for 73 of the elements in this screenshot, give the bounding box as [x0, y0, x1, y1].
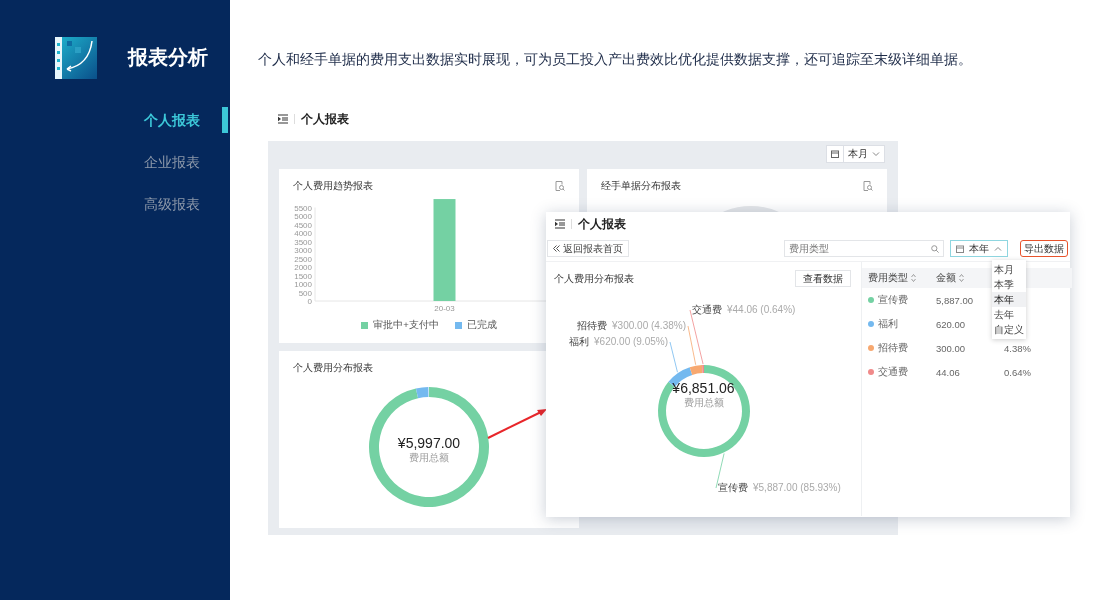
card-title: 经手单据分布报表	[601, 178, 681, 193]
table-cell: 宣传费	[878, 293, 908, 307]
double-chevron-icon	[553, 245, 560, 252]
description-text: 个人和经手单据的费用支出数据实时展现，可为员工投入产出费效比优化提供数据支撑，还可追踪至末级详细单据。	[258, 51, 973, 69]
chevron-up-icon	[994, 245, 1002, 252]
legend-label: 已完成	[466, 319, 497, 332]
axis-tick-label: 4000	[294, 229, 312, 238]
column-header[interactable]: 费用类型	[868, 271, 908, 285]
table-cell: 4.38%	[1004, 342, 1031, 354]
menu-icon[interactable]	[555, 219, 565, 229]
menu-option[interactable]: 本季	[992, 277, 1026, 292]
axis-tick-label: 5000	[294, 212, 312, 221]
report-search-icon[interactable]	[863, 180, 873, 191]
card-title: 个人费用趋势报表	[293, 178, 373, 193]
chart-logo-icon	[55, 35, 97, 79]
sidebar-title: 报表分析	[128, 44, 208, 70]
legend-swatch	[454, 322, 462, 329]
table-cell: 福利	[878, 317, 898, 331]
nav-link[interactable]: 企业报表	[120, 149, 228, 175]
total-amount: ¥6,851.06	[672, 380, 735, 396]
report-search-icon[interactable]	[555, 180, 565, 191]
panel-title: 个人费用分布报表	[554, 271, 634, 286]
axis-tick-label: 1000	[294, 280, 312, 289]
nav-link[interactable]: 个人报表	[120, 107, 228, 133]
table-cell: 0.64%	[1004, 366, 1031, 378]
window-title: 个人报表	[578, 215, 626, 233]
total-label: 费用总额	[683, 396, 724, 410]
period-select[interactable]: 本年	[950, 240, 1008, 257]
legend-label: 审批中+支付中	[373, 319, 439, 332]
axis-tick-label: 500	[298, 288, 312, 298]
axis-tick-label: 5500	[294, 203, 312, 213]
axis-tick-label: 3500	[294, 237, 312, 247]
slice-label: 福利 ¥620.00 (9.05%)	[569, 336, 668, 347]
slice-label: 宣传费 ¥5,887.00 (85.93%)	[718, 482, 841, 493]
back-button[interactable]: 返回报表首页	[547, 240, 629, 257]
total-label: 费用总额	[409, 451, 449, 465]
table-cell: 交通费	[878, 365, 908, 379]
calendar-icon	[956, 244, 964, 253]
menu-option[interactable]: 自定义	[992, 322, 1026, 337]
column-header[interactable]: 金额	[936, 271, 956, 285]
axis-tick-label: 3000	[294, 246, 312, 255]
slice-label: 交通费 ¥44.06 (0.64%)	[692, 304, 796, 315]
calendar-icon	[831, 150, 839, 158]
axis-tick-label: 2000	[294, 263, 312, 272]
axis-tick-label: 0	[307, 297, 312, 306]
table-cell: 44.06	[936, 366, 960, 378]
axis-tick-label: 1500	[294, 271, 312, 281]
page-title: 个人报表	[301, 110, 349, 128]
period-select[interactable]: 本月	[826, 145, 885, 163]
legend-swatch	[361, 322, 369, 329]
axis-tick-label: 2500	[294, 254, 312, 264]
sort-icon	[911, 274, 916, 282]
search-icon	[931, 244, 939, 253]
menu-icon[interactable]	[278, 114, 288, 124]
total-amount: ¥5,997.00	[397, 435, 461, 451]
slice-label: 招待费 ¥300.00 (4.38%)	[577, 320, 686, 331]
card-title: 个人费用分布报表	[293, 360, 373, 375]
view-data-button[interactable]: 查看数据	[795, 270, 851, 287]
menu-option[interactable]: 去年	[992, 307, 1026, 322]
table-cell: 招待费	[878, 341, 908, 355]
menu-option[interactable]: 本年	[992, 292, 1026, 307]
filter-field[interactable]: 费用类型	[784, 240, 944, 257]
chevron-down-icon	[872, 151, 880, 157]
table-cell: 300.00	[936, 342, 966, 354]
export-button[interactable]: 导出数据	[1020, 240, 1068, 257]
sort-icon	[959, 274, 964, 282]
leader-line	[669, 341, 678, 373]
menu-option[interactable]: 本月	[992, 262, 1026, 277]
table-cell: 5,887.00	[936, 294, 973, 306]
table-cell: 620.00	[936, 318, 966, 330]
nav-link[interactable]: 高级报表	[120, 191, 228, 217]
axis-category-label: 20-03	[434, 304, 455, 313]
axis-tick-label: 4500	[294, 220, 312, 230]
